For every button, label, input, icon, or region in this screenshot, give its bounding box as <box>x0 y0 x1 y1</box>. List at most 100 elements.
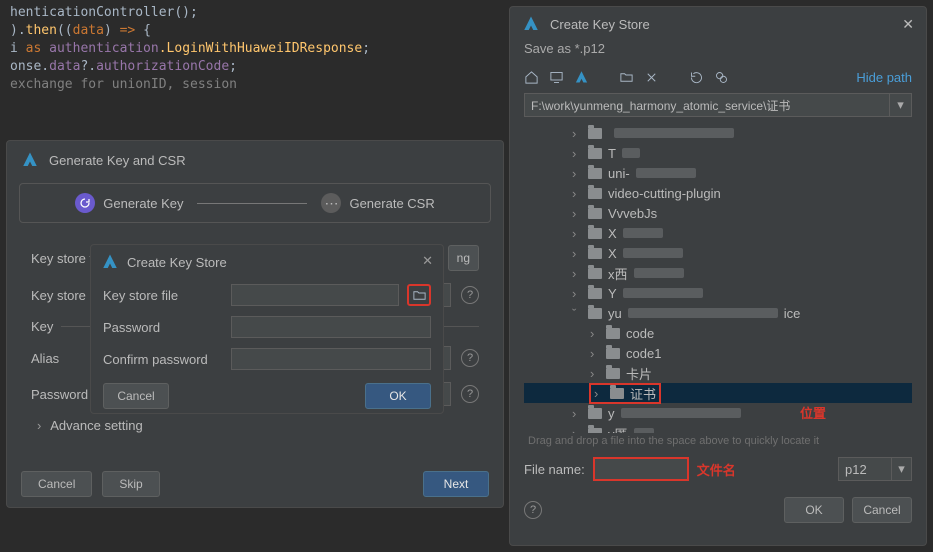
close-icon[interactable]: ✕ <box>422 253 433 269</box>
chevron-icon: › <box>572 226 582 241</box>
tree-row[interactable]: › 证书 <box>524 383 912 403</box>
password-input[interactable] <box>231 316 431 338</box>
step-generate-csr[interactable]: ⋯ Generate CSR <box>321 193 434 213</box>
tree-label: T <box>608 146 616 161</box>
chevron-icon: › <box>590 366 600 381</box>
save-as-label: Save as *.p12 <box>510 41 926 64</box>
help-icon[interactable]: ? <box>461 385 479 403</box>
tree-row[interactable]: ›code <box>524 323 912 343</box>
tree-row[interactable]: › <box>524 123 912 143</box>
tree-row[interactable]: › 卡片 <box>524 363 912 383</box>
step-dots-icon: ⋯ <box>321 193 341 213</box>
folder-icon <box>588 408 602 419</box>
tree-label: y <box>608 406 615 421</box>
ok-button[interactable]: OK <box>365 383 431 409</box>
tree-row[interactable]: ›y <box>524 403 912 423</box>
chevron-icon: › <box>572 266 582 281</box>
cancel-button[interactable]: Cancel <box>103 383 169 409</box>
chevron-icon: › <box>572 246 582 261</box>
path-dropdown-icon[interactable]: ▾ <box>890 93 912 117</box>
existing-button[interactable]: ng <box>448 245 479 271</box>
folder-icon <box>606 348 620 359</box>
app-logo-icon <box>522 15 540 33</box>
path-input[interactable] <box>524 93 890 117</box>
help-icon[interactable]: ? <box>461 349 479 367</box>
tree-row[interactable]: ›T <box>524 143 912 163</box>
tree-row[interactable]: › video-cutting-plugin <box>524 183 912 203</box>
filename-annotation: 文件名 <box>697 460 736 479</box>
show-hidden-icon[interactable] <box>714 70 729 85</box>
folder-open-icon <box>412 288 427 303</box>
tree-row[interactable]: ›VvvebJs <box>524 203 912 223</box>
file-chooser-dialog: Create Key Store ✕ Save as *.p12 Hide pa… <box>509 6 927 546</box>
folder-icon <box>588 308 602 319</box>
desktop-icon[interactable] <box>549 70 564 85</box>
step-generate-key[interactable]: Generate Key <box>75 193 183 213</box>
tree-row[interactable]: ˇyuice <box>524 303 912 323</box>
panel-title: Generate Key and CSR <box>49 153 186 168</box>
password-label: Password <box>103 320 223 335</box>
cancel-button[interactable]: Cancel <box>21 471 92 497</box>
extension-combo[interactable]: p12 ▾ <box>838 457 912 481</box>
chevron-right-icon: › <box>37 418 41 433</box>
chevron-icon: › <box>590 346 600 361</box>
folder-icon <box>588 168 602 179</box>
tree-label: X <box>608 246 617 261</box>
project-icon[interactable] <box>574 70 589 85</box>
close-icon[interactable]: ✕ <box>902 16 914 33</box>
tree-row[interactable]: › uni- <box>524 163 912 183</box>
folder-icon <box>606 368 620 379</box>
tree-label: video-cutting-plugin <box>608 186 721 201</box>
key-store-file-input[interactable] <box>231 284 399 306</box>
dialog-title: Create Key Store <box>550 17 650 32</box>
next-button[interactable]: Next <box>423 471 489 497</box>
chevron-icon: › <box>572 166 582 181</box>
tree-label: 证书 <box>630 384 656 403</box>
folder-icon <box>588 268 602 279</box>
tree-row[interactable]: ›X <box>524 223 912 243</box>
tree-label: code <box>626 326 654 341</box>
cancel-button[interactable]: Cancel <box>852 497 912 523</box>
help-icon[interactable]: ? <box>461 286 479 304</box>
tree-row[interactable]: ›Y <box>524 283 912 303</box>
chevron-icon: › <box>572 286 582 301</box>
tree-label: y匿 <box>608 424 628 434</box>
key-store-file-label: Key store file <box>103 288 223 303</box>
new-folder-icon[interactable] <box>619 70 634 85</box>
tree-label: VvvebJs <box>608 206 657 221</box>
confirm-password-label: Confirm password <box>103 352 223 367</box>
chevron-icon: › <box>572 186 582 201</box>
tree-label: 卡片 <box>626 364 652 383</box>
chevron-down-icon[interactable]: ▾ <box>892 457 912 481</box>
chevron-icon: › <box>594 386 604 401</box>
tree-row[interactable]: ›X <box>524 243 912 263</box>
app-logo-icon <box>21 151 39 169</box>
browse-button[interactable] <box>407 284 431 306</box>
position-annotation: 位置 <box>800 403 826 422</box>
folder-tree[interactable]: ››T›uni-›video-cutting-plugin›VvvebJs›X›… <box>524 123 912 433</box>
tree-label: uni- <box>608 166 630 181</box>
confirm-password-input[interactable] <box>231 348 431 370</box>
skip-button[interactable]: Skip <box>102 471 159 497</box>
tree-row[interactable]: ›x西 <box>524 263 912 283</box>
drag-hint: Drag and drop a file into the space abov… <box>510 433 926 453</box>
tree-row[interactable]: ›y匿 <box>524 423 912 433</box>
hide-path-link[interactable]: Hide path <box>856 70 912 85</box>
file-name-label: File name: <box>524 462 585 477</box>
file-name-input[interactable] <box>593 457 689 481</box>
ok-button[interactable]: OK <box>784 497 844 523</box>
help-icon[interactable]: ? <box>524 501 542 519</box>
extension-value: p12 <box>838 457 892 481</box>
tree-label: Y <box>608 286 617 301</box>
folder-icon <box>606 328 620 339</box>
tree-label: yu <box>608 306 622 321</box>
chevron-icon: › <box>572 126 582 141</box>
folder-icon <box>588 128 602 139</box>
delete-icon[interactable] <box>644 70 659 85</box>
refresh-icon[interactable] <box>689 70 704 85</box>
tree-row[interactable]: ›code1 <box>524 343 912 363</box>
folder-icon <box>610 388 624 399</box>
app-logo-icon <box>101 253 119 271</box>
home-icon[interactable] <box>524 70 539 85</box>
folder-icon <box>588 288 602 299</box>
